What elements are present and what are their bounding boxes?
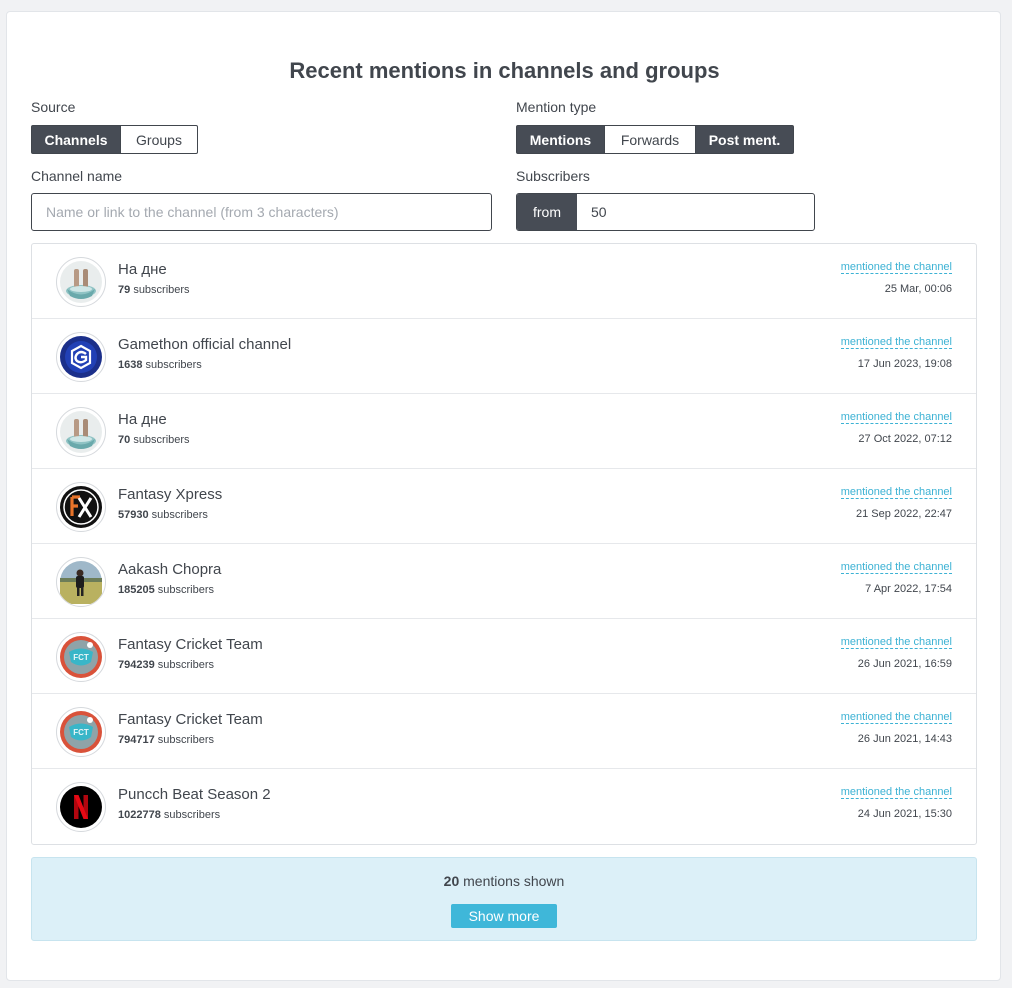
list-item[interactable]: Fantasy Xpress 57930 subscribers mention…	[32, 469, 976, 544]
svg-text:FCT: FCT	[73, 728, 89, 737]
list-item[interactable]: FCT Fantasy Cricket Team 794239 subscrib…	[32, 619, 976, 694]
channel-name[interactable]: Fantasy Xpress	[118, 486, 222, 503]
subscriber-count: 57930 subscribers	[118, 509, 208, 521]
mention-link[interactable]: mentioned the channel	[840, 486, 952, 499]
channel-name[interactable]: На дне	[118, 411, 167, 428]
mention-date: 27 Oct 2022, 07:12	[858, 433, 952, 445]
list-item[interactable]: FCT Fantasy Cricket Team 794717 subscrib…	[32, 694, 976, 769]
list-item[interactable]: Gamethon official channel 1638 subscribe…	[32, 319, 976, 394]
subscriber-count: 794239 subscribers	[118, 659, 215, 671]
subscribers-from-prefix: from	[517, 194, 577, 230]
svg-text:FCT: FCT	[73, 653, 89, 662]
list-item[interactable]: Puncch Beat Season 2 1022778 subscribers…	[32, 769, 976, 844]
mention-link[interactable]: mentioned the channel	[840, 411, 952, 424]
channel-name[interactable]: На дне	[118, 261, 167, 278]
source-groups-button[interactable]: Groups	[120, 125, 198, 154]
source-toggle: Channels Groups	[31, 125, 198, 154]
mention-date: 17 Jun 2023, 19:08	[857, 358, 952, 370]
subscriber-count: 79 subscribers	[118, 284, 190, 296]
channel-name[interactable]: Fantasy Cricket Team	[118, 711, 263, 728]
subscribers-field: from	[516, 193, 815, 231]
channel-name-field	[31, 193, 492, 231]
channel-name[interactable]: Fantasy Cricket Team	[118, 636, 263, 653]
subscriber-count: 70 subscribers	[118, 434, 190, 446]
subscriber-count: 185205 subscribers	[118, 584, 215, 596]
channel-name[interactable]: Puncch Beat Season 2	[118, 786, 271, 803]
list-item[interactable]: Aakash Chopra 185205 subscribers mention…	[32, 544, 976, 619]
list-item[interactable]: На дне 70 subscribers mentioned the chan…	[32, 394, 976, 469]
gamethon-logo-icon	[56, 332, 106, 382]
mentions-list: На дне 79 subscribers mentioned the chan…	[31, 243, 977, 845]
mention-type-mentions-button[interactable]: Mentions	[516, 125, 605, 154]
mention-type-toggle: Mentions Forwards Post ment.	[516, 125, 794, 154]
channel-name-input[interactable]	[32, 194, 491, 230]
fct-logo-icon: FCT	[56, 707, 106, 757]
fct-logo-icon: FCT	[56, 632, 106, 682]
list-item[interactable]: На дне 79 subscribers mentioned the chan…	[32, 244, 976, 319]
mention-date: 7 Apr 2022, 17:54	[865, 583, 952, 595]
show-more-button[interactable]: Show more	[451, 904, 557, 928]
load-more-panel: 20 mentions shown Show more	[31, 857, 977, 941]
mention-date: 25 Mar, 00:06	[884, 283, 952, 295]
subscriber-count: 1638 subscribers	[118, 359, 202, 371]
subscriber-count: 794717 subscribers	[118, 734, 215, 746]
subscriber-count: 1022778 subscribers	[118, 809, 221, 821]
bucket-feet-icon	[56, 257, 106, 307]
mention-link[interactable]: mentioned the channel	[840, 261, 952, 274]
mention-type-label: Mention type	[516, 99, 597, 115]
channel-name-label: Channel name	[31, 168, 123, 184]
mention-date: 26 Jun 2021, 14:43	[857, 733, 952, 745]
page-title: Recent mentions in channels and groups	[289, 58, 720, 83]
mention-link[interactable]: mentioned the channel	[840, 711, 952, 724]
subscribers-label: Subscribers	[516, 168, 590, 184]
mention-date: 21 Sep 2022, 22:47	[855, 508, 952, 520]
person-photo-icon	[56, 557, 106, 607]
source-channels-button[interactable]: Channels	[31, 125, 121, 154]
mention-date: 24 Jun 2021, 15:30	[857, 808, 952, 820]
fx-logo-icon	[56, 482, 106, 532]
mention-link[interactable]: mentioned the channel	[840, 561, 952, 574]
netflix-logo-icon	[56, 782, 106, 832]
channel-name[interactable]: Aakash Chopra	[118, 561, 221, 578]
source-label: Source	[31, 99, 76, 115]
subscribers-input[interactable]	[577, 194, 814, 230]
mentions-panel: Recent mentions in channels and groups S…	[6, 11, 1001, 981]
mention-date: 26 Jun 2021, 16:59	[857, 658, 952, 670]
mention-link[interactable]: mentioned the channel	[840, 786, 952, 799]
mentions-shown-count: 20 mentions shown	[443, 873, 565, 889]
mention-link[interactable]: mentioned the channel	[840, 636, 952, 649]
mention-type-post-ment-button[interactable]: Post ment.	[695, 125, 794, 154]
mention-link[interactable]: mentioned the channel	[840, 336, 952, 349]
mention-type-forwards-button[interactable]: Forwards	[604, 125, 696, 154]
bucket-feet-icon	[56, 407, 106, 457]
channel-name[interactable]: Gamethon official channel	[118, 336, 291, 353]
